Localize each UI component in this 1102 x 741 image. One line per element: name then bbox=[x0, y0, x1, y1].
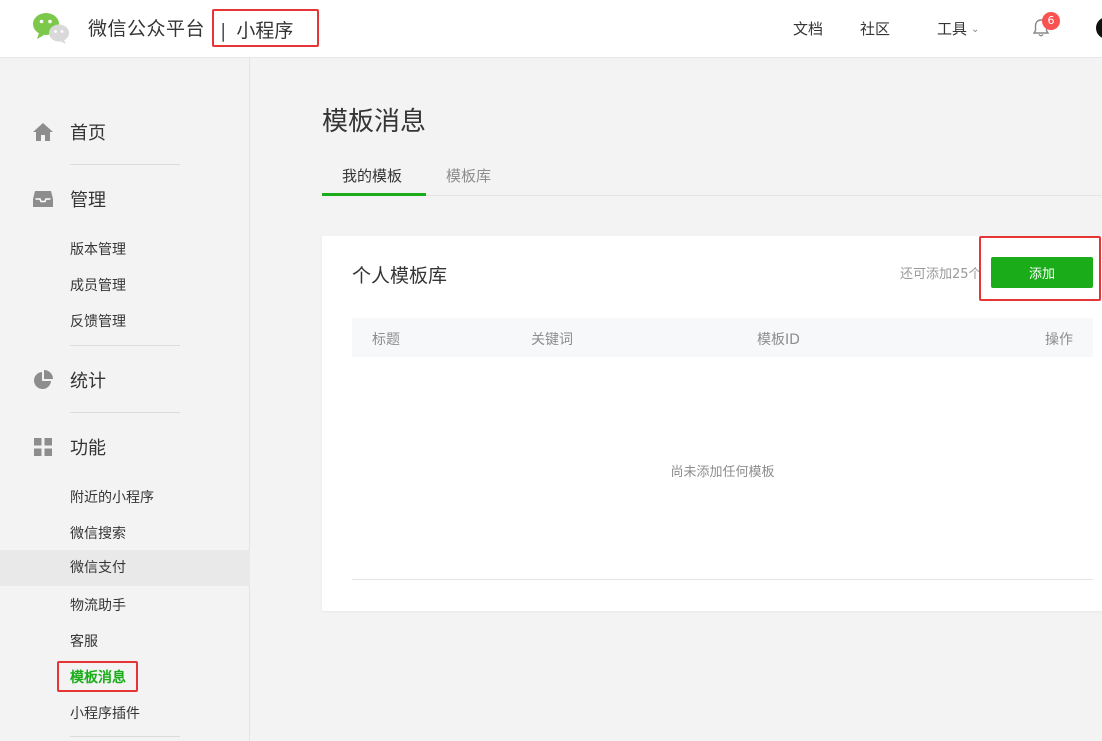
notification-badge: 6 bbox=[1042, 12, 1060, 30]
nav-docs[interactable]: 文档 bbox=[793, 18, 823, 39]
sidebar-section-label: 统计 bbox=[70, 371, 106, 392]
sidebar-section-label: 功能 bbox=[70, 438, 106, 459]
wechat-logo[interactable] bbox=[32, 11, 70, 45]
tab-template-library[interactable]: 模板库 bbox=[446, 165, 491, 186]
avatar[interactable] bbox=[1096, 17, 1102, 39]
sidebar-section-manage[interactable]: 管理 bbox=[32, 187, 106, 211]
column-header-title: 标题 bbox=[372, 332, 400, 348]
sidebar-section-stats[interactable]: 统计 bbox=[32, 368, 106, 392]
active-tab-indicator bbox=[322, 193, 426, 196]
sidebar-divider bbox=[70, 345, 180, 346]
chevron-down-icon: ⌄ bbox=[971, 24, 980, 35]
template-card: 个人模板库 还可添加25个 添加 标题 关键词 模板ID 操作 尚未添加任何模板 bbox=[322, 236, 1102, 611]
sidebar-item-logistics[interactable]: 物流助手 bbox=[70, 595, 126, 615]
sidebar-section-label: 首页 bbox=[70, 123, 106, 144]
top-bar: 微信公众平台 | 小程序 文档 社区 工具 ⌄ 6 bbox=[0, 0, 1102, 58]
sidebar-section-features[interactable]: 功能 bbox=[32, 435, 106, 459]
column-header-template-id: 模板ID bbox=[757, 332, 800, 348]
sidebar bbox=[0, 58, 250, 741]
sidebar-item-nearby[interactable]: 附近的小程序 bbox=[70, 487, 154, 507]
nav-community[interactable]: 社区 bbox=[860, 18, 890, 39]
sidebar-item-feedback[interactable]: 反馈管理 bbox=[70, 311, 126, 331]
nav-tools[interactable]: 工具 ⌄ bbox=[937, 18, 979, 39]
annotation-box-template-message bbox=[57, 661, 138, 692]
column-header-keywords: 关键词 bbox=[531, 332, 573, 348]
sidebar-item-wechat-search[interactable]: 微信搜索 bbox=[70, 523, 126, 543]
sidebar-section-label: 管理 bbox=[70, 190, 106, 211]
sidebar-item-customer-service[interactable]: 客服 bbox=[70, 631, 98, 651]
inbox-icon bbox=[33, 191, 53, 207]
sidebar-item-plugins[interactable]: 小程序插件 bbox=[70, 703, 140, 723]
tab-my-templates[interactable]: 我的模板 bbox=[342, 165, 402, 186]
product-name-annotated: | 小程序 bbox=[212, 9, 319, 47]
remaining-count: 还可添加25个 bbox=[900, 267, 982, 282]
sidebar-item-members[interactable]: 成员管理 bbox=[70, 275, 126, 295]
home-icon bbox=[33, 123, 53, 141]
sidebar-divider bbox=[70, 736, 180, 737]
sidebar-section-home[interactable]: 首页 bbox=[32, 120, 106, 144]
grid-icon bbox=[34, 438, 52, 456]
brand-separator: | bbox=[220, 20, 227, 42]
card-title: 个人模板库 bbox=[352, 265, 448, 287]
empty-state-text: 尚未添加任何模板 bbox=[670, 465, 775, 480]
add-template-button[interactable]: 添加 bbox=[991, 257, 1093, 288]
sidebar-item-version[interactable]: 版本管理 bbox=[70, 239, 126, 259]
sidebar-item-wechat-pay[interactable]: 微信支付 bbox=[0, 550, 250, 586]
sidebar-divider bbox=[70, 164, 180, 165]
product-name: 小程序 bbox=[236, 20, 294, 42]
page-title: 模板消息 bbox=[322, 107, 427, 137]
platform-name: 微信公众平台 bbox=[88, 18, 206, 40]
sidebar-divider bbox=[70, 412, 180, 413]
nav-tools-label: 工具 bbox=[937, 20, 968, 38]
tab-bar: 我的模板 模板库 bbox=[322, 160, 1102, 196]
column-header-actions: 操作 bbox=[1045, 332, 1073, 348]
table-bottom-rule bbox=[352, 579, 1093, 580]
pie-chart-icon bbox=[34, 370, 53, 389]
table-header: 标题 关键词 模板ID 操作 bbox=[352, 318, 1093, 357]
